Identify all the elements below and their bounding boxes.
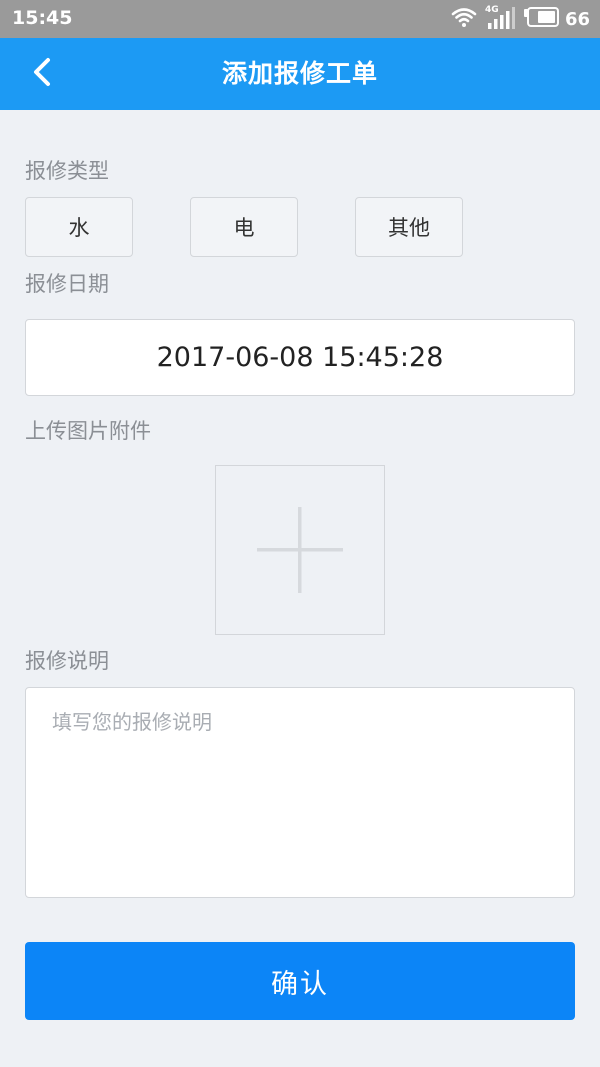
type-option-other[interactable]: 其他 [355,197,463,257]
status-bar: 15:45 4G 66 [0,0,600,38]
battery-level: 66 [564,8,590,30]
battery-icon [523,7,559,31]
signal-icon: 4G [485,5,515,31]
status-icons: 4G 66 [451,5,590,32]
repair-date-field[interactable]: 2017-06-08 15:45:28 [25,319,575,396]
upload-image-button[interactable] [215,465,385,635]
type-option-water[interactable]: 水 [25,197,133,257]
plus-icon [216,466,384,634]
repair-type-label: 报修类型 [25,159,109,183]
description-label: 报修说明 [25,649,109,673]
page-title: 添加报修工单 [221,59,378,88]
status-time: 15:45 [12,7,73,29]
wifi-icon [451,6,477,32]
confirm-button[interactable]: 确认 [25,942,575,1020]
type-option-electric[interactable]: 电 [190,197,298,257]
description-input[interactable] [25,687,575,898]
upload-label: 上传图片附件 [25,419,151,443]
header-bar: 添加报修工单 [0,38,600,110]
repair-date-label: 报修日期 [25,272,109,296]
